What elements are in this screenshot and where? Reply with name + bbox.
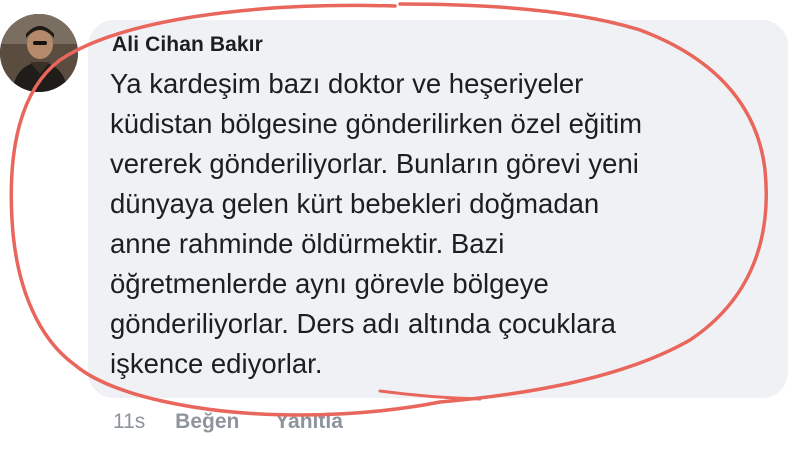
author-name[interactable]: Ali Cihan Bakır bbox=[112, 33, 263, 57]
comment-line: gönderiliyorlar. Ders adı altında çocukl… bbox=[110, 308, 616, 339]
reply-button[interactable]: Yanıtla bbox=[275, 410, 343, 434]
comment-text: Ya kardeşim bazı doktor ve heşeriyeler k… bbox=[110, 64, 770, 384]
comment-line: dünyaya gelen kürt bebekleri doğmadan bbox=[110, 188, 600, 219]
like-button[interactable]: Beğen bbox=[175, 410, 239, 434]
avatar-photo bbox=[0, 14, 78, 92]
comment-line: vererek gönderiliyorlar. Bunların görevi… bbox=[110, 148, 639, 179]
comment-timestamp[interactable]: 11s bbox=[113, 410, 145, 434]
comment-line: öğretmenlerde aynı görevle bölgeye bbox=[110, 268, 549, 299]
author-avatar[interactable] bbox=[0, 14, 78, 92]
comment-line: Ya kardeşim bazı doktor ve heşeriyeler bbox=[110, 68, 584, 99]
comment-line: anne rahminde öldürmektir. Bazi bbox=[110, 228, 505, 259]
comment-actions: 11s Beğen Yanıtla bbox=[113, 410, 343, 434]
comment-line: işkence ediyorlar. bbox=[110, 348, 323, 379]
comment-line: küdistan bölgesine gönderilirken özel eğ… bbox=[110, 108, 642, 139]
